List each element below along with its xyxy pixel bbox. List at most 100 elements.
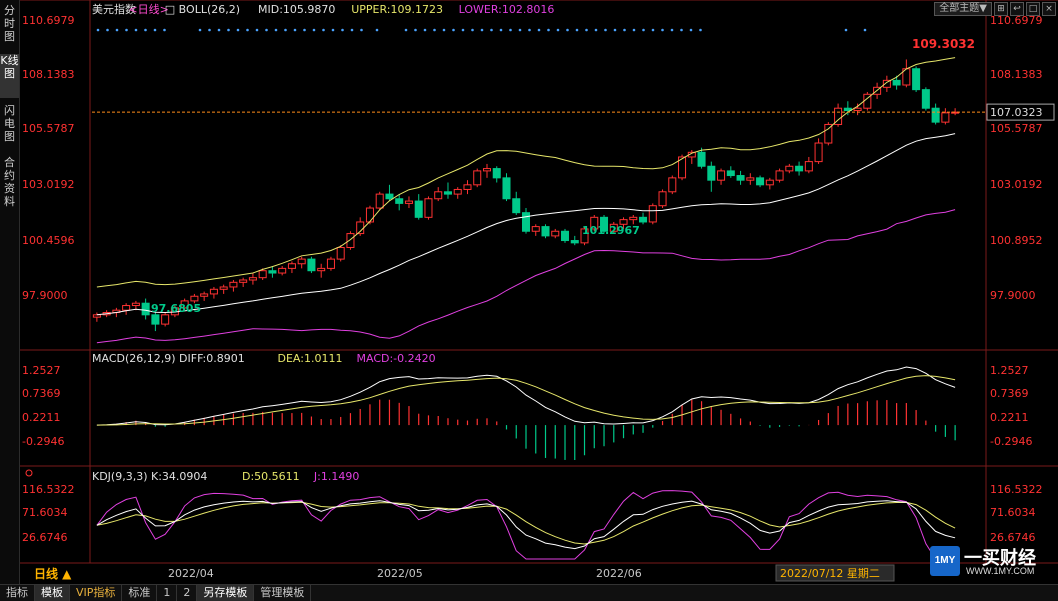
indicator-settings-icon [25,469,33,477]
macd-legend-item: DEA:1.0111 [278,352,343,365]
candle-body [326,258,335,269]
candle-body [570,240,579,244]
tab-contract-info[interactable]: 合约资料 [0,156,19,214]
signal-dot [604,28,607,32]
back-icon[interactable]: ↩ [1010,2,1024,16]
candle-body [453,188,462,195]
candle-body [717,170,726,181]
tab-2[interactable]: 2 [177,585,198,601]
candle-body [190,295,199,302]
template-bar: 指标 模板 VIP指标 标准 1 2 另存模板 管理模板 [0,584,1058,601]
tab-vip-indicator[interactable]: VIP指标 [70,585,123,601]
candle-body [482,168,491,172]
signal-dot [651,28,655,32]
tab-standard[interactable]: 标准 [122,585,158,601]
brand-logo: 1MY 一买财经 WWW.1MY.COM [930,544,1058,580]
candle-body [375,193,384,209]
date-tick: 2022/05 [377,567,423,580]
candle-body [726,170,735,177]
macd-tick-left: -0.2946 [22,435,64,448]
candle-body [736,175,745,181]
low-price-label: 101.2967 [582,224,640,237]
signal-dot [661,28,664,32]
candle-body [639,216,648,223]
tab-flash[interactable]: 闪电图 [0,104,19,148]
signal-dot [331,28,335,32]
signal-dot [404,28,408,32]
candle-body [931,107,940,123]
kdj-tick-right: 26.6746 [990,531,1036,544]
candle-body [785,165,794,172]
signal-dot [255,28,259,32]
signal-dot [461,28,465,32]
macd-diff-line [96,366,956,426]
candle-body [268,270,277,274]
candle-body [258,270,267,279]
kdj-tick-left: 71.6034 [22,506,68,519]
candle-body [92,314,101,318]
signal-dot [594,28,598,32]
layout-icon[interactable]: ⊞ [994,2,1008,16]
signal-dot [863,28,867,32]
boll-legend-item: LOWER:102.8016 [459,3,555,16]
candle-body [512,198,521,214]
candle-body [502,177,511,200]
candle-body [151,314,160,325]
signal-dot [163,28,166,32]
signal-dot [125,28,128,32]
manage-template-button[interactable]: 管理模板 [254,585,312,601]
signal-dot [350,28,354,32]
period-selector[interactable]: 日线 ▲ [34,566,72,581]
tab-template[interactable]: 模板 [35,585,70,601]
macd-tick-left: 1.2527 [22,364,61,377]
macd-tick-left: 0.7369 [22,387,61,400]
candle-body [658,191,667,207]
minimize-icon[interactable]: □ [1026,2,1040,16]
signal-dot [509,28,512,32]
signal-dot [547,28,550,32]
candle-body [668,177,677,193]
kdj-tick-right: 116.5322 [990,483,1043,496]
kdj-j-line [96,490,956,560]
save-template-button[interactable]: 另存模板 [197,585,255,601]
candle-body [122,305,131,311]
signal-dot [680,28,683,32]
signal-dot [246,28,249,32]
macd-tick-right: 1.2527 [990,364,1029,377]
candle-body [424,198,433,218]
candle-body [561,230,570,242]
low-price-label: 97.6805 [151,302,201,315]
candle-body [912,68,921,91]
signal-dot [623,28,626,32]
theme-selector[interactable]: 全部主题▼ [934,2,992,16]
signal-dot [153,28,157,32]
candle-body [756,177,765,186]
signal-dot [274,28,278,32]
signal-dot [198,28,202,32]
current-price-label: 107.0323 [990,106,1043,119]
macd-tick-right: 0.2211 [990,411,1029,424]
candle-body [853,107,862,112]
price-tick-left: 110.6979 [22,14,75,27]
macd-legend-item: MACD(26,12,9) DIFF:0.8901 [92,352,245,365]
signal-dot [471,28,474,32]
close-icon[interactable]: × [1042,2,1056,16]
tab-1[interactable]: 1 [157,585,178,601]
signal-dot [322,28,325,32]
tab-timeshare[interactable]: 分时图 [0,4,19,44]
candle-body [219,286,228,290]
candle-body [434,191,443,200]
candle-body [804,161,813,172]
price-tick-right: 100.8952 [990,234,1043,247]
signal-dot [375,28,379,32]
price-tick-left: 103.0192 [22,178,75,191]
candle-body [941,112,950,123]
tab-kline[interactable]: K线图 [0,54,19,98]
candle-body [317,267,326,272]
signal-dot [844,28,848,32]
signal-dot [236,28,240,32]
tab-indicator[interactable]: 指标 [0,585,35,601]
signal-dot [433,28,436,32]
kline-chart[interactable]: 110.6979 108.1383 105.5787 103.0192 100.4596… [20,0,1058,584]
signal-dot [480,28,484,32]
